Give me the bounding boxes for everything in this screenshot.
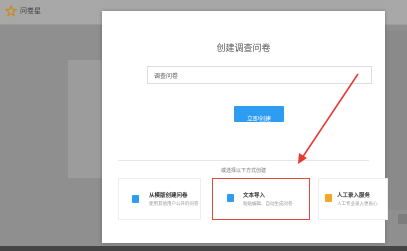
create-now-button[interactable]: 立即创建 [234,106,284,123]
option-desc: 使用其他用户公开的问卷 [149,202,199,207]
option-title: 人工录入服务 [337,193,371,199]
survey-name-value: 调查问卷 [154,73,179,80]
background-footer [0,246,407,251]
option-manual-entry[interactable]: 人工录入服务 人工专业录入更省心 [318,178,388,220]
option-desc: 人工专业录入更省心 [337,202,378,207]
text-file-icon [227,194,234,202]
document-icon [132,195,139,203]
option-text-import[interactable]: 文本导入 粘贴编辑、自动生成问卷 [212,178,310,220]
app-title: 问卷星 [20,7,41,15]
background-divider [0,24,100,25]
scroll-handle[interactable] [398,214,407,224]
option-title: 从模版创建问卷 [149,193,188,199]
star-icon [5,5,17,17]
options-divider-label: 或选择以下方式创建 [216,168,270,174]
option-title: 文本导入 [243,193,266,199]
background-card [68,60,102,178]
option-desc: 粘贴编辑、自动生成问卷 [243,202,293,207]
option-from-template[interactable]: 从模版创建问卷 使用其他用户公开的问卷 [118,178,201,220]
create-now-label: 立即创建 [246,116,271,123]
survey-name-input[interactable]: 调查问卷 [147,66,372,84]
service-icon [325,194,332,202]
options-divider-label-wrap: 或选择以下方式创建 [102,157,385,176]
create-survey-modal: 创建调查问卷 调查问卷 立即创建 或选择以下方式创建 从模版创建问卷 使用其他用… [102,11,388,243]
modal-title: 创建调查问卷 [216,44,271,54]
background-panel [386,30,407,210]
